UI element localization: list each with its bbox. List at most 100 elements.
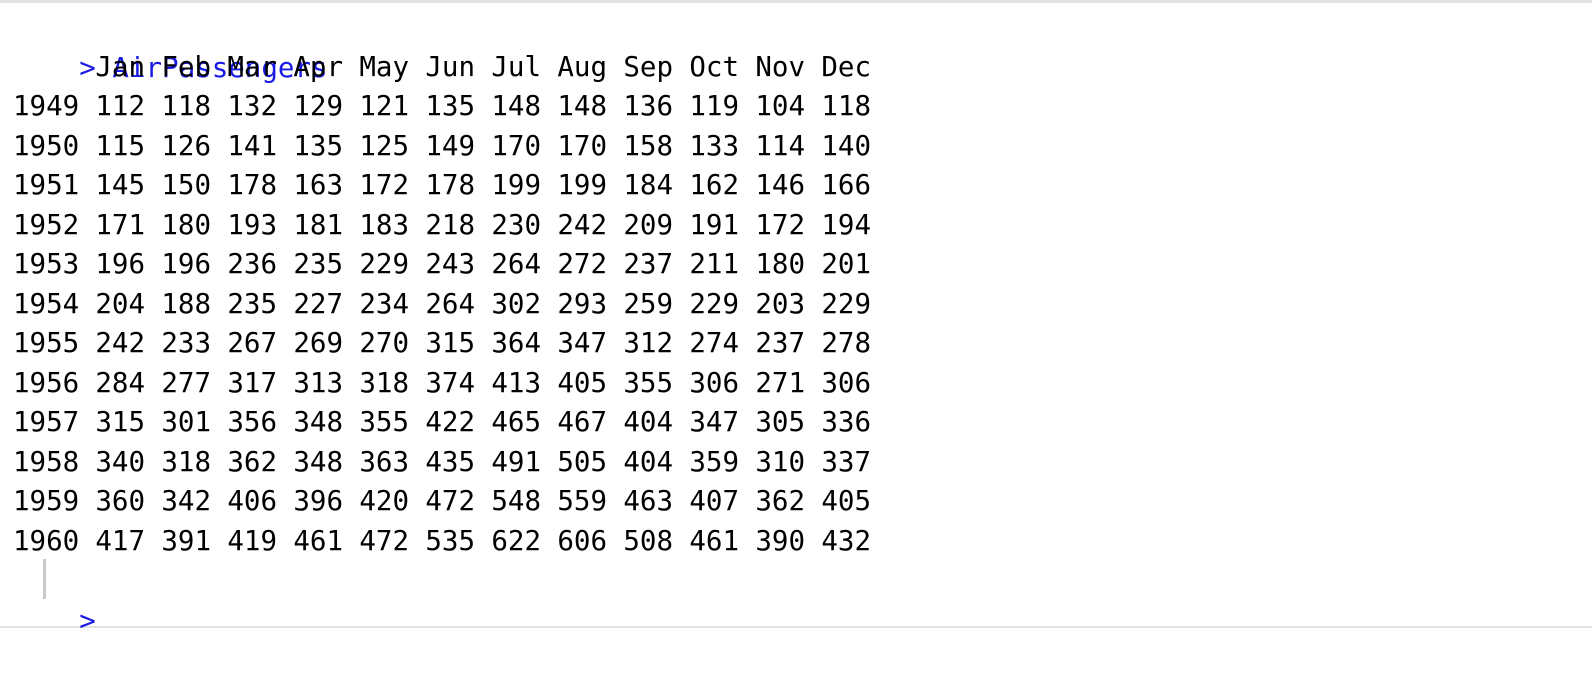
table-cell: 491 <box>491 445 541 478</box>
table-cell: 135 <box>293 129 343 162</box>
table-cell: 227 <box>293 287 343 320</box>
month-header-oct: Oct <box>689 51 739 83</box>
table-cell: 363 <box>359 445 409 478</box>
table-cell: 306 <box>689 366 739 399</box>
table-cell: 348 <box>293 445 343 478</box>
row-year-label: 1949 <box>13 90 80 122</box>
table-cell: 391 <box>161 524 211 557</box>
table-row: 1951 145 150 178 163 172 178 199 199 184 162 146 166 <box>13 165 871 205</box>
table-cell: 132 <box>227 90 277 122</box>
table-cell: 404 <box>623 406 673 438</box>
row-year-label: 1952 <box>13 208 80 241</box>
table-cell: 465 <box>491 406 541 438</box>
table-cell: 118 <box>821 90 871 122</box>
table-cell: 172 <box>755 208 805 241</box>
month-header-jan: Jan <box>95 51 145 83</box>
table-cell: 310 <box>755 445 805 478</box>
table-cell: 407 <box>689 485 739 517</box>
table-cell: 146 <box>755 169 805 201</box>
table-cell: 535 <box>425 524 475 557</box>
table-cell: 121 <box>359 90 409 122</box>
table-cell: 191 <box>689 208 739 241</box>
table-cell: 259 <box>623 287 673 320</box>
table-row: 1955 242 233 267 269 270 315 364 347 312 274 237 278 <box>13 323 871 363</box>
table-cell: 406 <box>227 485 277 517</box>
table-cell: 163 <box>293 169 343 201</box>
command-line: > AirPassengers <box>13 8 327 84</box>
table-row: 1958 340 318 362 348 363 435 491 505 404 359 310 337 <box>13 442 871 482</box>
table-cell: 235 <box>227 287 277 320</box>
table-cell: 348 <box>293 406 343 438</box>
month-header-jul: Jul <box>491 51 541 83</box>
month-header-apr: Apr <box>293 51 343 83</box>
table-cell: 209 <box>623 208 673 241</box>
row-year-label: 1959 <box>13 485 80 517</box>
month-header-sep: Sep <box>623 51 673 83</box>
table-cell: 277 <box>161 366 211 399</box>
table-cell: 236 <box>227 248 277 280</box>
table-cell: 233 <box>161 327 211 359</box>
table-cell: 203 <box>755 287 805 320</box>
table-cell: 126 <box>161 129 211 162</box>
table-cell: 170 <box>557 129 607 162</box>
r-console[interactable]: > AirPassengers Jan Feb Mar Apr May Jun Jul Aug… <box>0 0 1592 637</box>
table-cell: 178 <box>227 169 277 201</box>
table-cell: 218 <box>425 208 475 241</box>
table-cell: 141 <box>227 129 277 162</box>
table-row: 1960 417 391 419 461 472 535 622 606 508 461 390 432 <box>13 521 871 561</box>
table-cell: 432 <box>821 524 871 557</box>
table-cell: 317 <box>227 366 277 399</box>
month-header-mar: Mar <box>227 51 277 83</box>
table-cell: 229 <box>689 287 739 320</box>
table-row: 1957 315 301 356 348 355 422 465 467 404 347 305 336 <box>13 402 871 442</box>
table-cell: 472 <box>359 524 409 557</box>
table-cell: 396 <box>293 485 343 517</box>
table-cell: 118 <box>161 90 211 122</box>
table-cell: 461 <box>689 524 739 557</box>
table-row: 1949 112 118 132 129 121 135 148 148 136 119 104 118 <box>13 86 871 126</box>
table-cell: 269 <box>293 327 343 359</box>
month-header-dec: Dec <box>821 51 871 83</box>
table-cell: 336 <box>821 406 871 438</box>
table-cell: 104 <box>755 90 805 122</box>
table-cell: 274 <box>689 327 739 359</box>
table-cell: 390 <box>755 524 805 557</box>
table-cell: 178 <box>425 169 475 201</box>
table-cell: 193 <box>227 208 277 241</box>
table-cell: 315 <box>95 406 145 438</box>
table-row: 1956 284 277 317 313 318 374 413 405 355 306 271 306 <box>13 363 871 403</box>
text-cursor <box>43 559 46 599</box>
table-cell: 404 <box>623 445 673 478</box>
table-cell: 472 <box>425 485 475 517</box>
table-row: 1959 360 342 406 396 420 472 548 559 463 407 362 405 <box>13 481 871 521</box>
month-header-feb: Feb <box>161 51 211 83</box>
table-cell: 272 <box>557 248 607 280</box>
table-cell: 180 <box>755 248 805 280</box>
row-year-label: 1958 <box>13 445 80 478</box>
row-year-label: 1955 <box>13 327 80 359</box>
table-cell: 362 <box>227 445 277 478</box>
table-cell: 461 <box>293 524 343 557</box>
table-row: 1952 171 180 193 181 183 218 230 242 209 191 172 194 <box>13 205 871 245</box>
table-cell: 467 <box>557 406 607 438</box>
table-cell: 267 <box>227 327 277 359</box>
table-cell: 315 <box>425 327 475 359</box>
table-row: 1950 115 126 141 135 125 149 170 170 158 133 114 140 <box>13 126 871 166</box>
table-cell: 356 <box>227 406 277 438</box>
table-cell: 170 <box>491 129 541 162</box>
table-cell: 230 <box>491 208 541 241</box>
table-cell: 237 <box>623 248 673 280</box>
table-cell: 158 <box>623 129 673 162</box>
row-year-label: 1956 <box>13 366 80 399</box>
table-cell: 302 <box>491 287 541 320</box>
table-cell: 347 <box>689 406 739 438</box>
table-cell: 622 <box>491 524 541 557</box>
input-line[interactable]: > <box>13 561 96 637</box>
table-cell: 149 <box>425 129 475 162</box>
table-cell: 264 <box>425 287 475 320</box>
table-cell: 293 <box>557 287 607 320</box>
table-cell: 405 <box>557 366 607 399</box>
table-cell: 114 <box>755 129 805 162</box>
table-cell: 211 <box>689 248 739 280</box>
table-cell: 422 <box>425 406 475 438</box>
